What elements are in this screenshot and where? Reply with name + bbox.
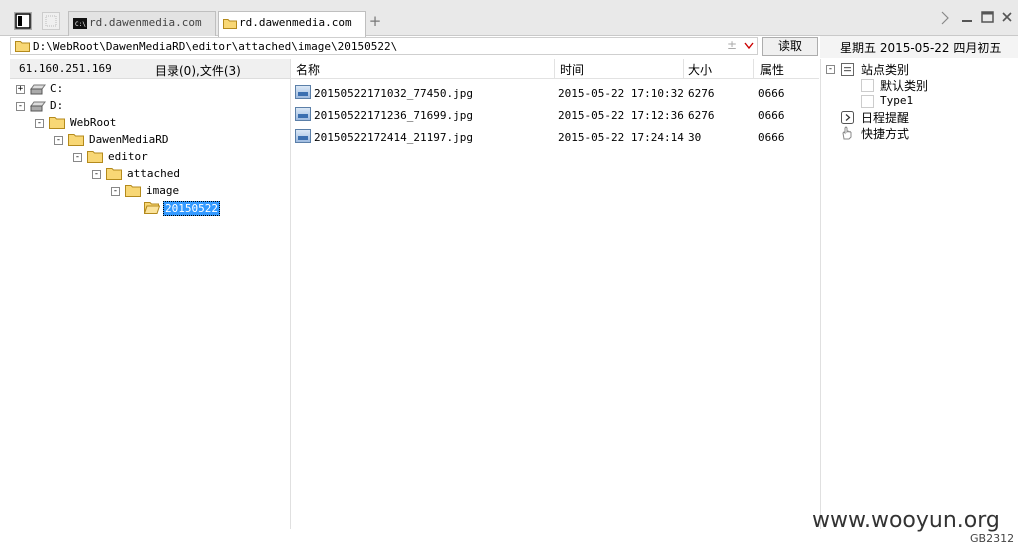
collapse-toggle[interactable]: - (35, 119, 44, 128)
item-count: 目录(0),文件(3) (155, 64, 241, 78)
tab-label: rd.dawenmedia.com (239, 16, 352, 29)
file-time: 2015-05-22 17:12:36 (558, 109, 684, 122)
blank-page-icon[interactable] (42, 12, 60, 30)
date-display: 星期五 2015-05-22 四月初五 (820, 36, 1018, 58)
file-row[interactable]: 20150522171236_71699.jpg 2015-05-22 17:1… (295, 105, 815, 125)
column-header-name[interactable]: 名称 (296, 61, 320, 78)
dotted-box-icon (861, 79, 874, 92)
add-bookmark-icon[interactable]: ± (727, 38, 737, 52)
folder-icon (223, 19, 237, 29)
collapse-toggle[interactable]: - (54, 136, 63, 145)
column-header-time[interactable]: 时间 (560, 61, 584, 78)
column-header-size[interactable]: 大小 (688, 61, 712, 78)
tree-label: DawenMediaRD (89, 133, 169, 146)
folder-icon (68, 134, 84, 146)
collapse-toggle[interactable]: - (826, 65, 835, 74)
new-tab-button[interactable]: + (368, 14, 382, 29)
folder-icon (106, 168, 122, 180)
tab-bar: C:\ rd.dawenmedia.com rd.dawenmedia.com … (0, 0, 1018, 37)
open-folder-icon (144, 202, 160, 214)
tree-label: editor (108, 150, 148, 163)
tree-label: attached (127, 167, 180, 180)
file-row[interactable]: 20150522171032_77450.jpg 2015-05-22 17:1… (295, 83, 815, 103)
file-time: 2015-05-22 17:10:32 (558, 87, 684, 100)
collapse-toggle[interactable]: - (16, 102, 25, 111)
address-bar[interactable]: D:\WebRoot\DawenMediaRD\editor\attached\… (10, 37, 758, 55)
folder-icon (15, 41, 30, 52)
pane-splitter[interactable] (290, 59, 291, 529)
collapse-toggle[interactable]: - (111, 187, 120, 196)
right-panel: - 站点类别 默认类别 Type1 日程提醒 快捷方式 (821, 59, 1018, 529)
left-pane-header: 61.160.251.169 目录(0),文件(3) (10, 59, 290, 79)
clock-icon (841, 111, 854, 124)
dotted-box-icon (861, 95, 874, 108)
category-icon (841, 63, 854, 76)
file-time: 2015-05-22 17:24:14 (558, 131, 684, 144)
tree-label: D: (50, 99, 64, 112)
drive-icon (30, 84, 46, 95)
close-icon[interactable] (1000, 11, 1014, 25)
expand-toggle[interactable]: + (16, 85, 25, 94)
schedule-label: 日程提醒 (861, 111, 910, 125)
file-name: 20150522171236_71699.jpg (314, 109, 473, 122)
server-ip: 61.160.251.169 (19, 62, 112, 75)
file-size: 30 (688, 131, 702, 144)
default-category-label: 默认类别 (880, 79, 929, 93)
tree-label-selected: 20150522 (163, 201, 220, 216)
file-name: 20150522171032_77450.jpg (314, 87, 473, 100)
tree-label: image (146, 184, 180, 197)
collapse-toggle[interactable]: - (92, 170, 101, 179)
tree-label: C: (50, 82, 64, 95)
tab-terminal[interactable]: C:\ rd.dawenmedia.com (68, 11, 216, 36)
file-row[interactable]: 20150522172414_21197.jpg 2015-05-22 17:2… (295, 127, 815, 147)
shortcuts-label: 快捷方式 (861, 127, 910, 141)
directory-tree: + C: - D: - WebRoot - DawenMediaRD - edi… (10, 80, 290, 530)
chevron-down-icon[interactable] (744, 42, 754, 50)
watermark: www.wooyun.org (812, 508, 1000, 533)
hand-icon (842, 126, 852, 140)
file-attr: 0666 (758, 109, 785, 122)
folder-icon (87, 151, 103, 163)
maximize-icon[interactable] (980, 11, 994, 25)
image-file-icon (295, 107, 311, 121)
minimize-icon[interactable] (960, 11, 974, 25)
folder-icon (125, 185, 141, 197)
file-size: 6276 (688, 109, 715, 122)
terminal-icon: C:\ (73, 18, 87, 29)
image-file-icon (295, 85, 311, 99)
file-name: 20150522172414_21197.jpg (314, 131, 473, 144)
file-list-header: 名称 时间 大小 属性 (291, 59, 819, 79)
column-header-attr[interactable]: 属性 (760, 61, 784, 78)
svg-text:C:\: C:\ (75, 21, 86, 28)
collapse-toggle[interactable]: - (73, 153, 82, 162)
tab-file-manager[interactable]: rd.dawenmedia.com (218, 11, 366, 37)
file-attr: 0666 (758, 87, 785, 100)
column-separator[interactable] (683, 59, 684, 78)
type1-label: Type1 (880, 94, 914, 107)
column-separator[interactable] (753, 59, 754, 78)
chevron-right-icon[interactable] (938, 11, 952, 25)
panel-toggle-icon[interactable] (14, 12, 32, 30)
column-separator[interactable] (554, 59, 555, 78)
file-attr: 0666 (758, 131, 785, 144)
image-file-icon (295, 129, 311, 143)
encoding-indicator: GB2312 (970, 532, 1015, 545)
drive-icon (30, 101, 46, 112)
site-category-label: 站点类别 (861, 63, 910, 77)
read-button[interactable]: 读取 (762, 37, 818, 56)
tab-label: rd.dawenmedia.com (89, 16, 202, 29)
folder-icon (49, 117, 65, 129)
tree-label: WebRoot (70, 116, 117, 129)
address-path: D:\WebRoot\DawenMediaRD\editor\attached\… (33, 40, 398, 53)
file-size: 6276 (688, 87, 715, 100)
